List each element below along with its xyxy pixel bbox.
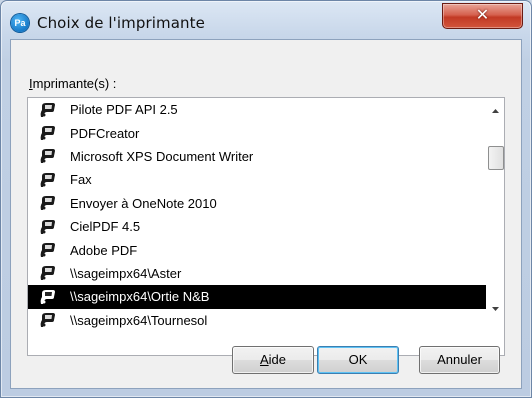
network-printer-icon — [39, 311, 57, 329]
printer-list-item[interactable]: Fax — [28, 168, 486, 191]
help-mnemonic: A — [259, 352, 269, 367]
vertical-scrollbar[interactable] — [487, 98, 504, 355]
help-button[interactable]: Aide — [232, 346, 314, 374]
printer-icon — [39, 101, 57, 119]
printer-list-item[interactable]: PDFCreator — [28, 121, 486, 144]
printer-name: \\sageimpx64\Tournesol — [70, 312, 208, 328]
printer-list-item[interactable]: CielPDF 4.5 — [28, 215, 486, 238]
printer-icon — [39, 147, 57, 165]
printer-name: Microsoft XPS Document Writer — [70, 148, 254, 164]
dialog-title: Choix de l'imprimante — [37, 14, 205, 32]
printer-name: \\sageimpx64\Ortie N&B — [70, 289, 210, 305]
printer-list-item[interactable]: \\sageimpx64\Ortie N&B — [28, 285, 486, 309]
close-icon: ✕ — [475, 5, 490, 24]
printer-list-rows: Pilote PDF API 2.5 PDFCreator Microsoft XP… — [28, 98, 486, 332]
printer-name: Fax — [70, 172, 92, 188]
close-button[interactable]: ✕ — [442, 3, 523, 29]
printer-list-item[interactable]: Microsoft XPS Document Writer — [28, 145, 486, 168]
printer-icon — [39, 194, 57, 212]
printer-name: Pilote PDF API 2.5 — [70, 102, 178, 118]
scroll-up-arrow-icon[interactable] — [491, 106, 500, 115]
ok-button[interactable]: OK — [317, 346, 399, 374]
printer-icon — [39, 218, 57, 236]
printer-name: Envoyer à OneNote 2010 — [70, 195, 217, 211]
printer-name: CielPDF 4.5 — [70, 219, 141, 235]
printer-listbox[interactable]: Pilote PDF API 2.5 PDFCreator Microsoft XP… — [27, 97, 505, 356]
scroll-down-arrow-icon[interactable] — [491, 304, 500, 313]
printer-list-item[interactable]: Envoyer à OneNote 2010 — [28, 192, 486, 215]
printer-icon — [39, 241, 57, 259]
printer-choice-dialog: Pa Choix de l'imprimante ✕ Imprimante(s)… — [0, 0, 532, 398]
title-bar[interactable]: Pa Choix de l'imprimante ✕ — [1, 1, 531, 37]
help-label: ide — [268, 352, 287, 367]
printer-list-label: Imprimante(s) : — [29, 76, 116, 91]
printer-icon — [39, 264, 57, 282]
printer-icon — [39, 124, 57, 142]
app-logo-icon: Pa — [11, 14, 29, 32]
printer-name: PDFCreator — [70, 125, 140, 141]
printer-list-item[interactable]: \\sageimpx64\Aster — [28, 262, 486, 285]
cancel-button[interactable]: Annuler — [419, 346, 500, 374]
network-printer-icon — [39, 288, 57, 306]
printer-name: \\sageimpx64\Aster — [70, 265, 182, 281]
printer-icon — [39, 171, 57, 189]
printer-list-item[interactable]: Adobe PDF — [28, 238, 486, 261]
scroll-thumb[interactable] — [488, 146, 504, 170]
printer-list-item[interactable]: Pilote PDF API 2.5 — [28, 98, 486, 121]
printer-list-item[interactable]: \\sageimpx64\Tournesol — [28, 309, 486, 332]
printer-name: Adobe PDF — [70, 242, 138, 258]
dialog-body: Imprimante(s) : Pilote PDF API 2.5 PDFCre… — [10, 39, 522, 389]
label-text: mprimante(s) : — [32, 76, 117, 91]
